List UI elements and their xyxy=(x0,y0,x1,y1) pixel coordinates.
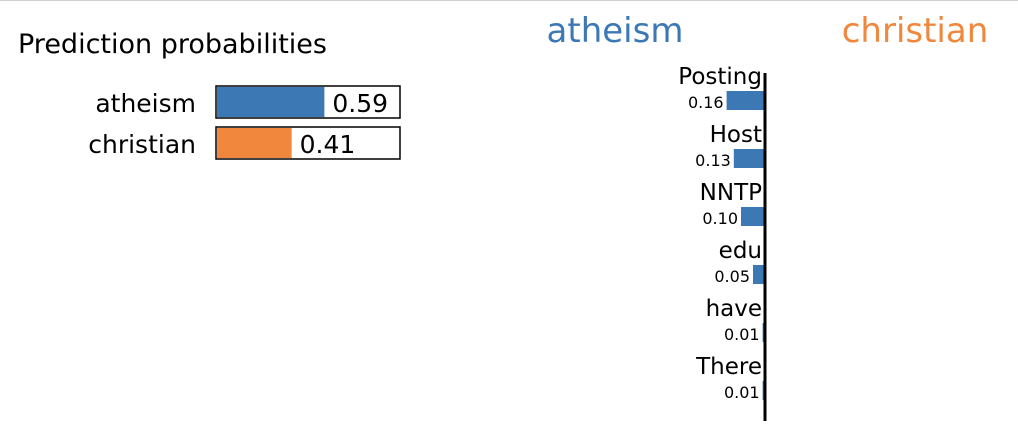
feature-label-edu: edu xyxy=(719,238,762,264)
feature-bar-NNTP xyxy=(741,207,765,226)
feature-bar-Posting xyxy=(726,91,765,110)
feature-value-NNTP: 0.10 xyxy=(702,209,738,228)
proba-value-christian: 0.41 xyxy=(300,130,356,159)
feature-label-There: There xyxy=(695,354,762,380)
feature-label-have: have xyxy=(706,296,762,322)
feature-label-Posting: Posting xyxy=(678,64,762,90)
proba-bar-christian xyxy=(217,128,292,158)
feature-bar-Host xyxy=(733,149,765,168)
feature-value-There: 0.01 xyxy=(724,383,760,402)
feature-label-NNTP: NNTP xyxy=(700,180,762,206)
feature-label-Host: Host xyxy=(710,122,762,148)
class-label-atheism: atheism xyxy=(547,11,684,51)
feature-value-edu: 0.05 xyxy=(714,267,750,286)
feature-bar-edu xyxy=(753,265,765,284)
explanation-view: Prediction probabilities atheism 0.59 chri… xyxy=(0,0,1018,421)
prediction-probabilities-title: Prediction probabilities xyxy=(18,29,327,60)
feature-value-Posting: 0.16 xyxy=(688,93,724,112)
explanation-chart: Prediction probabilities atheism 0.59 chri… xyxy=(18,11,989,421)
proba-bar-atheism xyxy=(217,87,325,117)
class-label-christian: christian xyxy=(842,11,989,51)
proba-label-atheism: atheism xyxy=(95,89,196,118)
proba-label-christian: christian xyxy=(88,130,196,159)
proba-value-atheism: 0.59 xyxy=(332,89,388,118)
feature-weights-chart: Posting 0.16 Host 0.13 NNTP 0.10 edu 0.05 have 0.… xyxy=(678,64,767,421)
feature-value-have: 0.01 xyxy=(724,325,760,344)
feature-value-Host: 0.13 xyxy=(695,151,731,170)
prediction-probabilities-chart: atheism 0.59 christian 0.41 xyxy=(88,85,401,160)
